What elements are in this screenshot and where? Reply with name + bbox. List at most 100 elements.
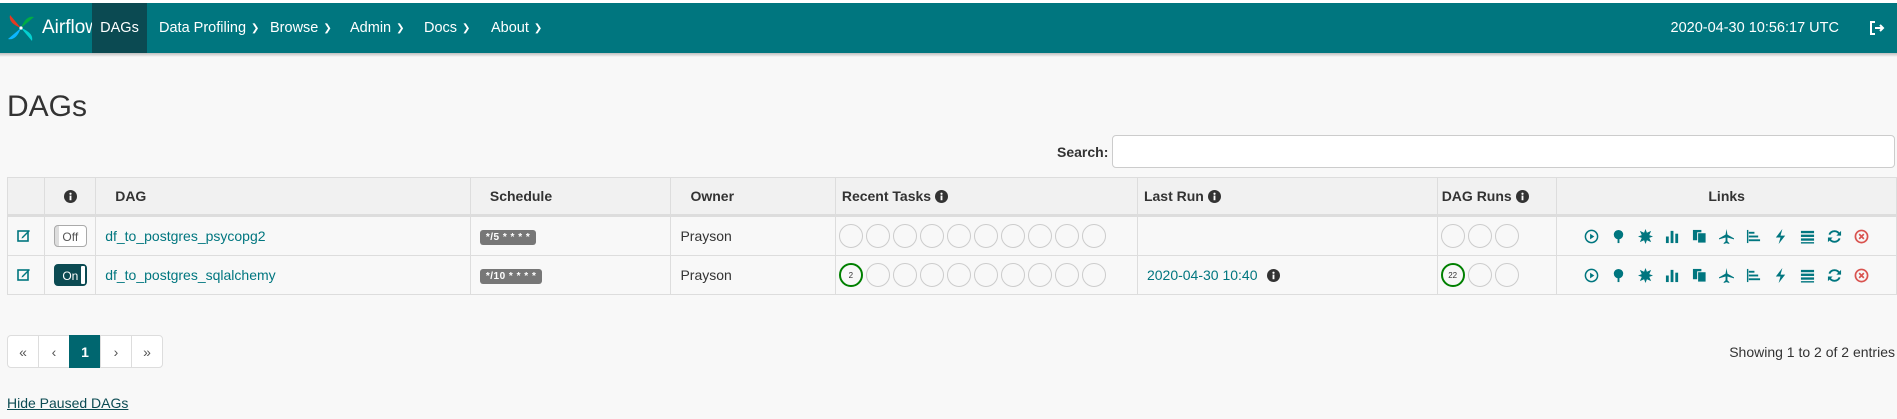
task-state-circle[interactable]: [865, 224, 890, 248]
run-state-circle[interactable]: [1494, 224, 1519, 248]
run-state-circle[interactable]: [1467, 263, 1492, 287]
dag-runs-circles: [1440, 224, 1557, 248]
run-success-circle[interactable]: 22: [1440, 263, 1465, 287]
logs-icon[interactable]: [1800, 268, 1815, 283]
edit-cell: [6, 215, 46, 256]
gantt-icon[interactable]: [1746, 229, 1761, 244]
task-state-circle[interactable]: [1027, 224, 1052, 248]
info-icon[interactable]: [63, 190, 77, 203]
task-state-circle[interactable]: [973, 224, 998, 248]
refresh-icon[interactable]: [1827, 229, 1842, 244]
trigger-dag-icon[interactable]: [1584, 268, 1599, 283]
info-icon[interactable]: [934, 190, 948, 203]
header-schedule[interactable]: Schedule: [469, 177, 672, 217]
recent-tasks-cell: [834, 215, 1138, 256]
task-tries-icon[interactable]: [1692, 229, 1707, 244]
header-dag-runs: DAG Runs: [1436, 177, 1558, 217]
code-icon[interactable]: [1773, 228, 1788, 244]
task-state-circle[interactable]: [1054, 263, 1079, 287]
next-page-button[interactable]: ›: [100, 335, 132, 368]
nav-admin-label: Admin: [350, 20, 392, 36]
edit-icon[interactable]: [17, 228, 31, 242]
edit-cell: [6, 255, 46, 295]
nav-dags[interactable]: DAGs: [92, 3, 147, 53]
logs-icon[interactable]: [1800, 229, 1815, 244]
dag-link[interactable]: df_to_postgres_psycopg2: [105, 228, 265, 244]
graph-view-icon[interactable]: [1638, 228, 1654, 244]
task-tries-icon[interactable]: [1692, 268, 1707, 283]
page-title: DAGs: [7, 90, 88, 123]
gantt-icon[interactable]: [1746, 268, 1761, 283]
task-state-circle[interactable]: [1081, 263, 1106, 287]
toggle-cell: On: [44, 255, 97, 295]
toggle-cell: Off: [44, 215, 97, 256]
last-run-link[interactable]: 2020-04-30 10:40: [1147, 267, 1258, 283]
header-last-run: Last Run: [1136, 177, 1438, 217]
nav-admin[interactable]: Admin ❯: [350, 3, 405, 53]
task-duration-icon[interactable]: [1665, 268, 1680, 283]
task-state-circle[interactable]: [946, 263, 971, 287]
table-header-row: DAG Schedule Owner Recent Tasks Last Run…: [6, 177, 1897, 217]
task-state-circle[interactable]: [919, 224, 944, 248]
tree-view-icon[interactable]: [1611, 268, 1626, 283]
links-cell: [1556, 215, 1897, 256]
first-page-button[interactable]: «: [7, 335, 39, 368]
header-owner[interactable]: Owner: [670, 177, 836, 217]
task-success-circle[interactable]: 2: [838, 263, 863, 287]
page-1-button[interactable]: 1: [69, 335, 101, 368]
search-input[interactable]: [1112, 135, 1895, 168]
info-icon[interactable]: [1207, 190, 1221, 203]
graph-view-icon[interactable]: [1638, 267, 1654, 283]
task-state-circle[interactable]: [1000, 224, 1025, 248]
task-state-circle[interactable]: [973, 263, 998, 287]
dag-link[interactable]: df_to_postgres_sqlalchemy: [105, 267, 275, 283]
delete-icon[interactable]: [1854, 268, 1869, 283]
dag-pause-toggle[interactable]: Off: [53, 225, 87, 247]
hide-paused-dags-link[interactable]: Hide Paused DAGs: [7, 395, 128, 411]
task-state-circle[interactable]: [1081, 224, 1106, 248]
last-page-button[interactable]: »: [131, 335, 163, 368]
info-icon[interactable]: [1515, 190, 1529, 203]
run-state-circle[interactable]: [1467, 224, 1492, 248]
nav-about[interactable]: About ❯: [491, 3, 542, 53]
task-state-circle[interactable]: [946, 224, 971, 248]
task-state-circle[interactable]: [892, 224, 917, 248]
utc-clock[interactable]: 2020-04-30 10:56:17 UTC: [1671, 3, 1839, 53]
task-state-circle[interactable]: [1054, 224, 1079, 248]
chevron-down-icon: ❯: [323, 22, 332, 34]
landing-times-icon[interactable]: [1719, 228, 1735, 244]
task-state-circle[interactable]: [1027, 263, 1052, 287]
task-state-circle[interactable]: [865, 263, 890, 287]
delete-icon[interactable]: [1854, 229, 1869, 244]
links-cell: [1556, 255, 1897, 295]
tree-view-icon[interactable]: [1611, 229, 1626, 244]
landing-times-icon[interactable]: [1719, 267, 1735, 283]
header-last-run-label: Last Run: [1143, 188, 1204, 204]
header-dag[interactable]: DAG: [95, 177, 471, 217]
task-state-circle[interactable]: [838, 224, 863, 248]
nav-data-profiling-label: Data Profiling: [159, 20, 247, 36]
run-state-circle[interactable]: [1494, 263, 1519, 287]
recent-tasks-circles: [838, 224, 1137, 248]
trigger-dag-icon[interactable]: [1584, 229, 1599, 244]
nav-data-profiling[interactable]: Data Profiling ❯: [159, 3, 259, 53]
nav-browse[interactable]: Browse ❯: [270, 3, 332, 53]
task-state-circle[interactable]: [919, 263, 944, 287]
nav-dags-label: DAGs: [100, 20, 139, 36]
info-icon[interactable]: [1267, 269, 1281, 282]
navbar: Airflow DAGs Data Profiling ❯ Browse ❯ A…: [0, 3, 1897, 53]
dag-pause-toggle[interactable]: On: [53, 264, 87, 286]
nav-docs[interactable]: Docs ❯: [424, 3, 470, 53]
edit-icon[interactable]: [17, 267, 31, 281]
refresh-icon[interactable]: [1827, 268, 1842, 283]
task-state-circle[interactable]: [892, 263, 917, 287]
prev-page-button[interactable]: ‹: [38, 335, 70, 368]
task-duration-icon[interactable]: [1665, 229, 1680, 244]
header-recent-tasks-label: Recent Tasks: [841, 188, 932, 204]
logout-button[interactable]: [1869, 3, 1885, 53]
run-state-circle[interactable]: [1440, 224, 1465, 248]
code-icon[interactable]: [1773, 267, 1788, 283]
schedule-badge: */5 * * * *: [479, 230, 537, 245]
task-state-circle[interactable]: [1000, 263, 1025, 287]
brand[interactable]: Airflow: [6, 3, 99, 53]
